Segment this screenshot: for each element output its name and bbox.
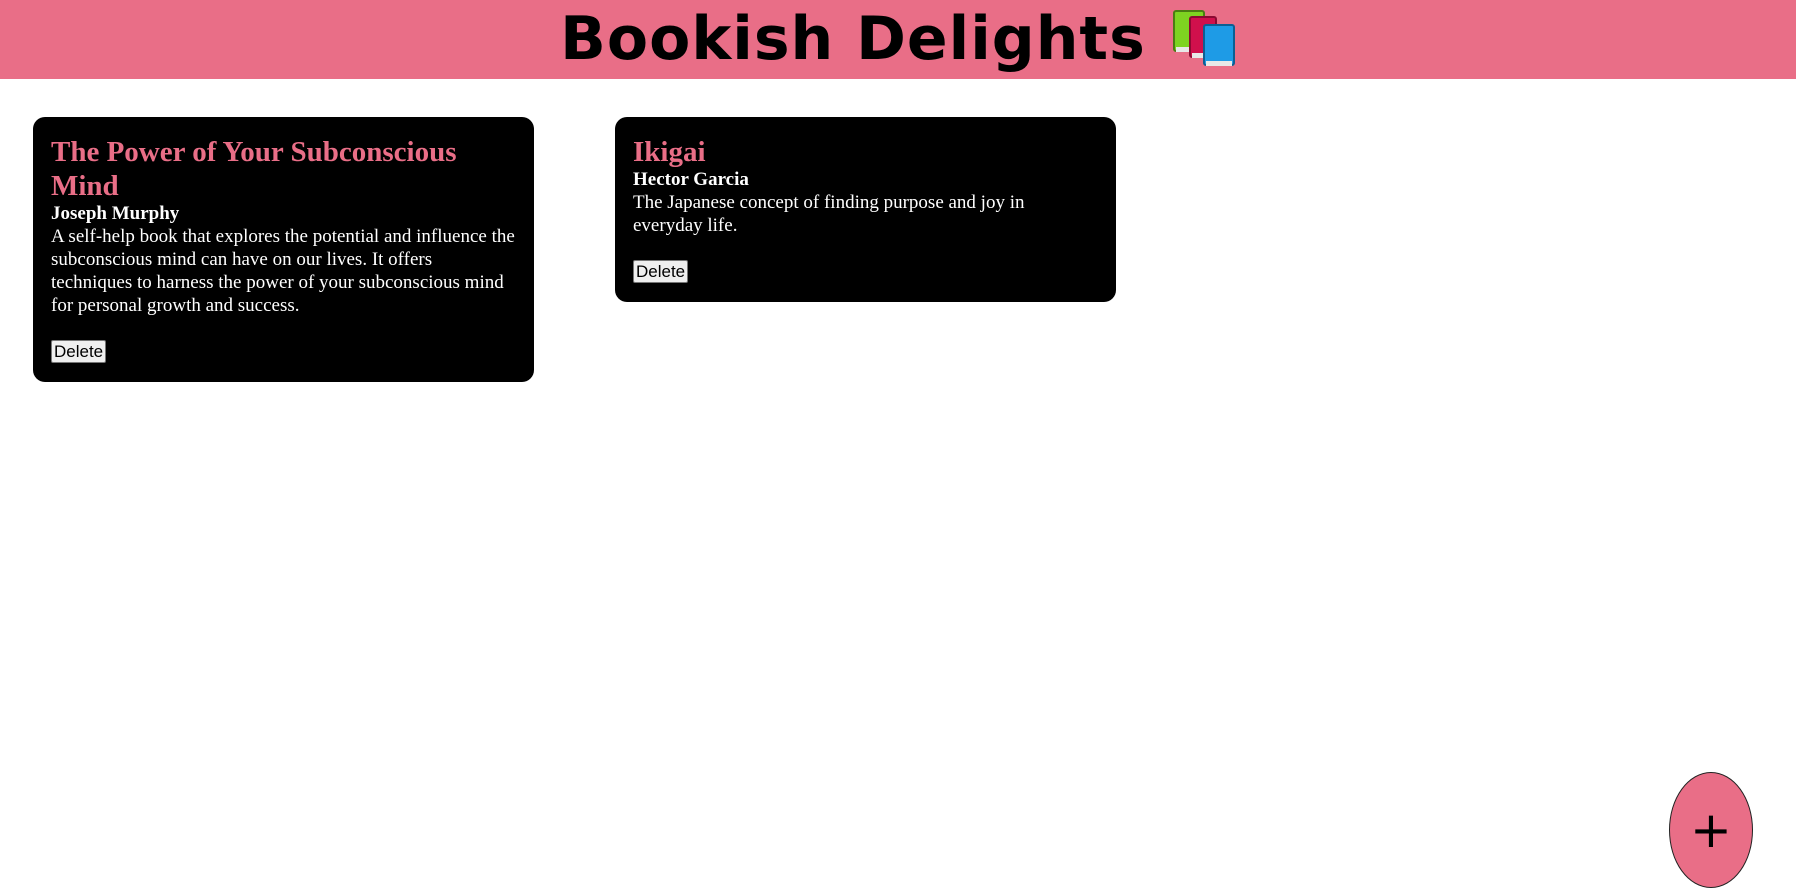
book-list: The Power of Your Subconscious Mind Jose… <box>33 117 1116 382</box>
books-icon <box>1172 9 1236 69</box>
app-header: Bookish Delights <box>0 0 1796 79</box>
delete-button[interactable]: Delete <box>633 260 689 283</box>
book-author: Hector Garcia <box>633 169 749 190</box>
app-title: Bookish Delights <box>560 3 1146 74</box>
delete-button[interactable]: Delete <box>51 340 107 363</box>
book-title: Ikigai <box>633 136 706 168</box>
book-card: The Power of Your Subconscious Mind Jose… <box>33 117 534 382</box>
book-description: A self-help book that explores the poten… <box>51 226 515 316</box>
book-author: Joseph Murphy <box>51 203 180 224</box>
add-book-button[interactable]: + <box>1669 772 1753 888</box>
app-title-wrap: Bookish Delights <box>560 9 1236 69</box>
book-description: The Japanese concept of finding purpose … <box>633 192 1025 236</box>
book-title: The Power of Your Subconscious Mind <box>51 136 457 202</box>
book-card: Ikigai Hector Garcia The Japanese concep… <box>615 117 1116 302</box>
